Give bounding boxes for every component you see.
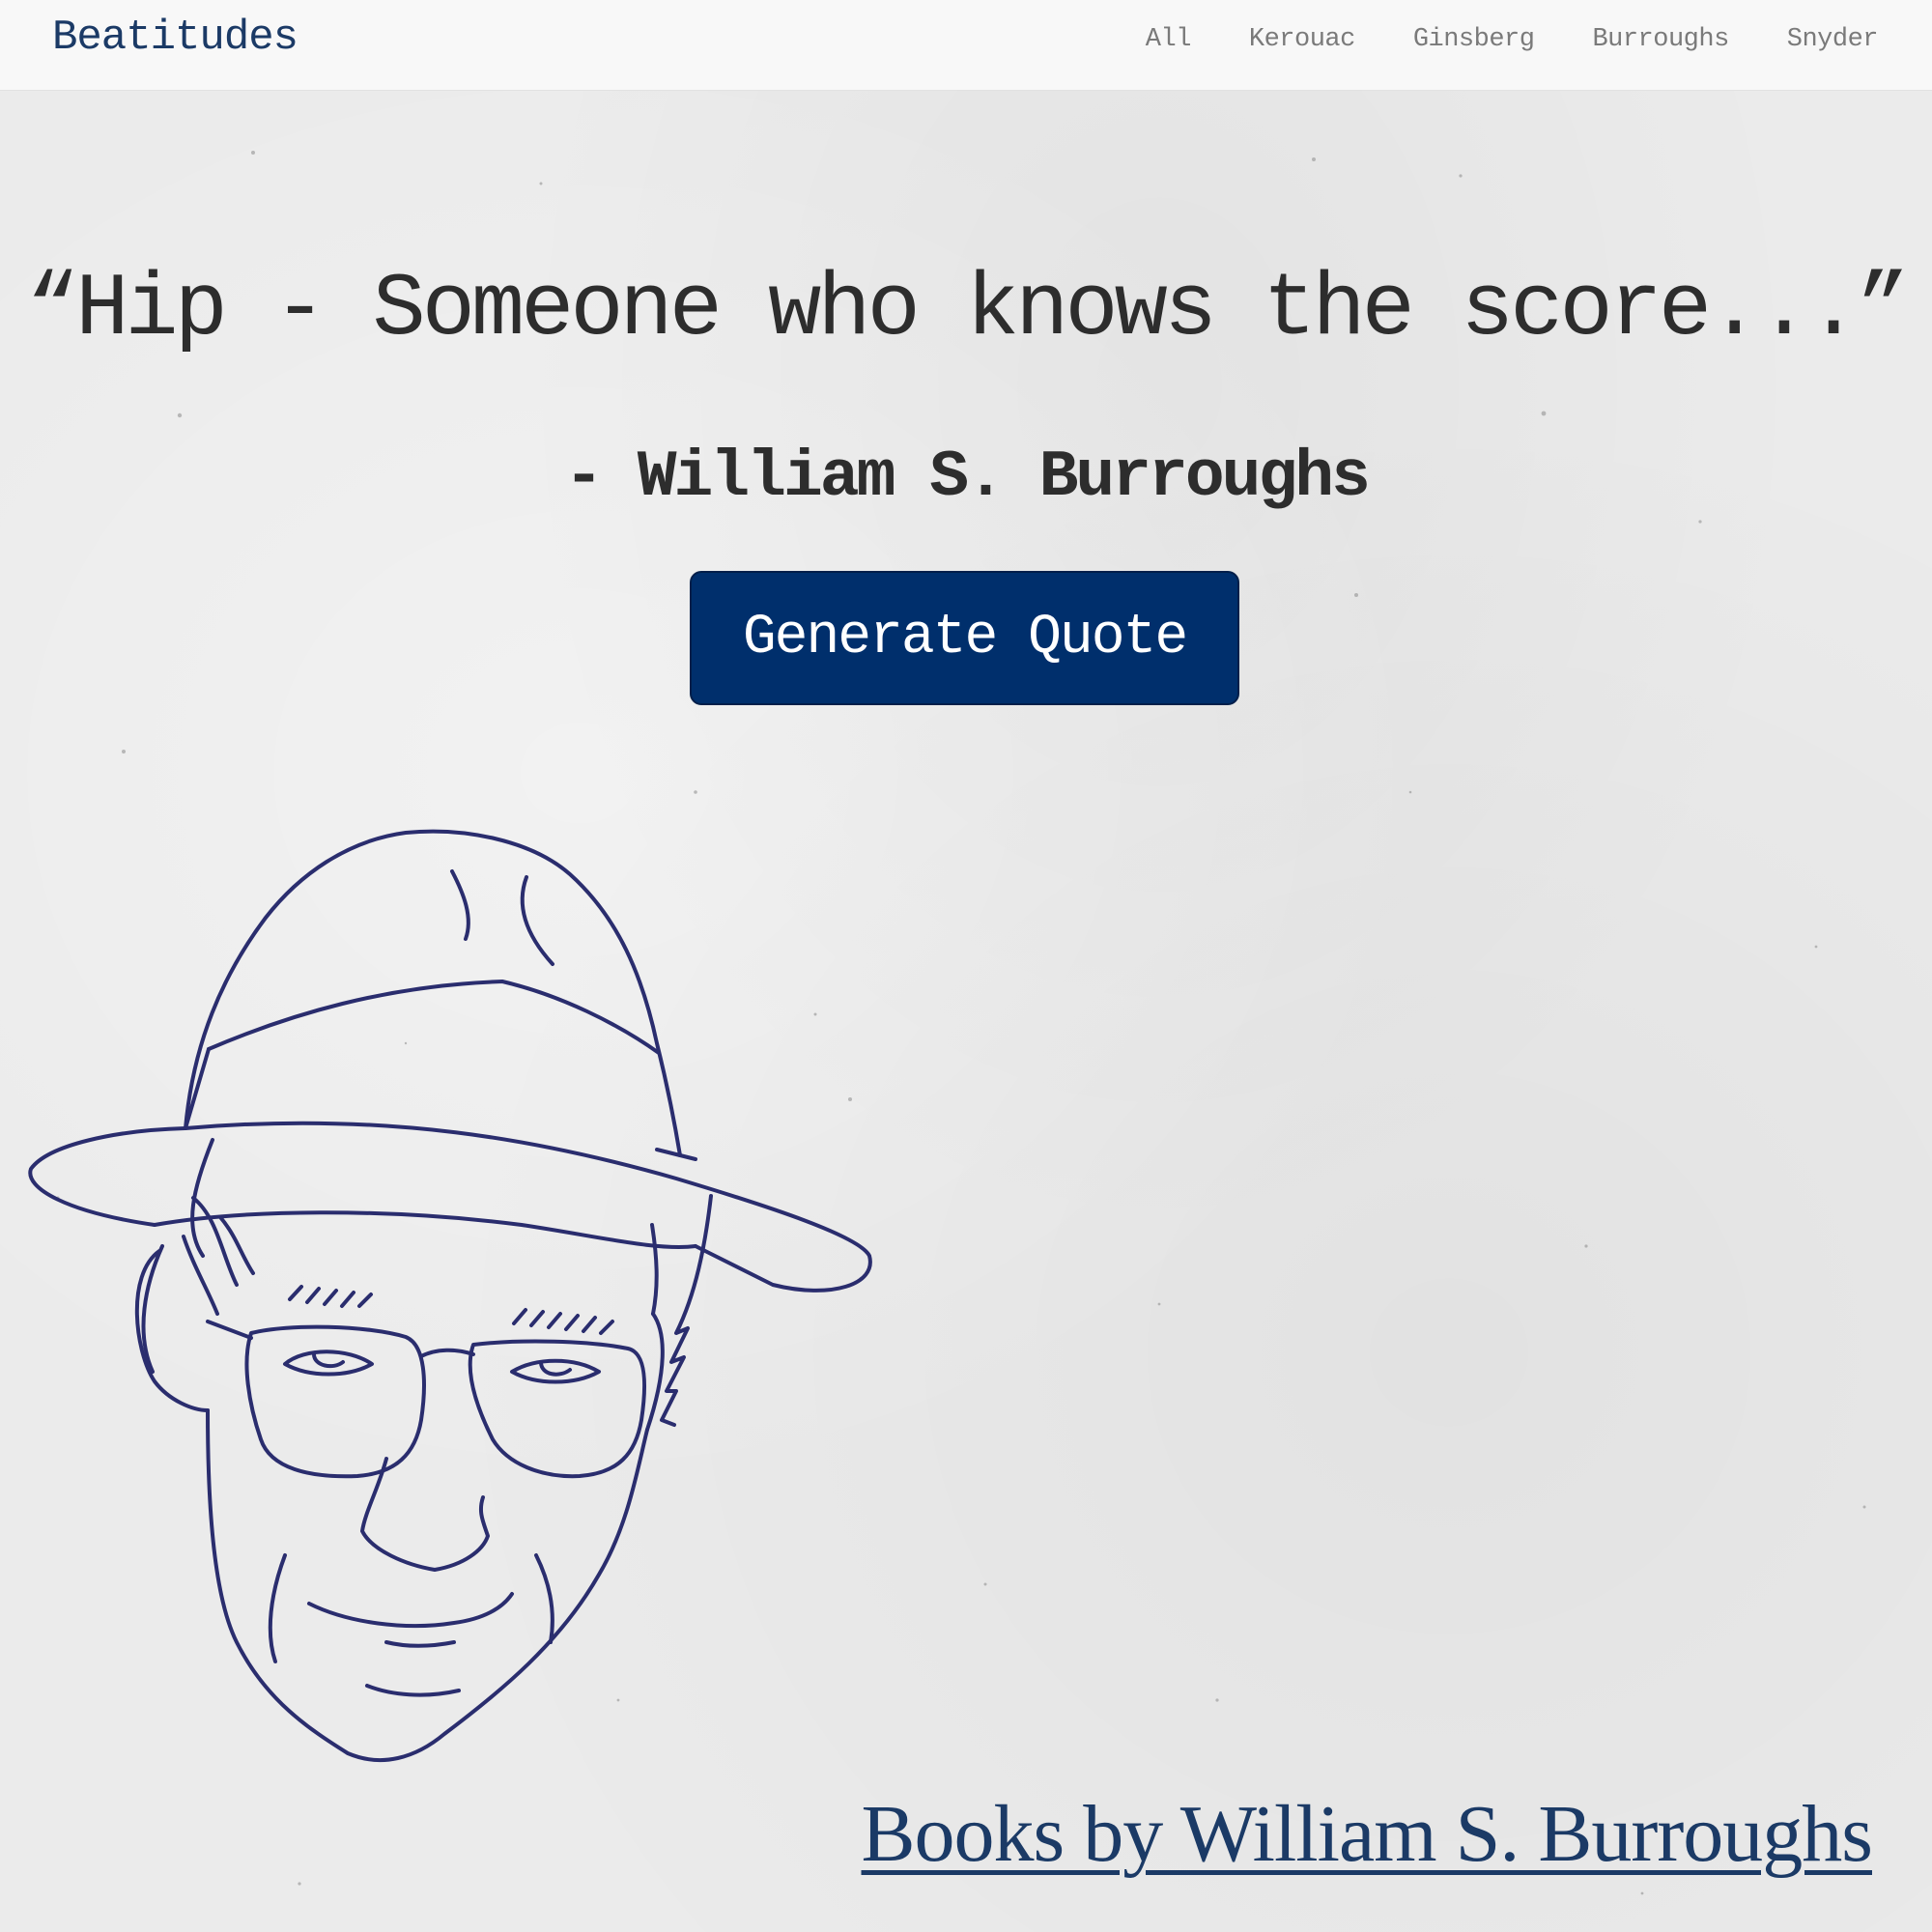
author-portrait-illustration (28, 829, 872, 1762)
generate-quote-button[interactable]: Generate Quote (690, 571, 1239, 705)
quote-author: - William S. Burroughs (564, 440, 1371, 515)
nav-link-ginsberg[interactable]: Ginsberg (1413, 25, 1535, 54)
quote-text: “Hip - Someone who knows the score...” (26, 259, 1910, 360)
nav-links: All Kerouac Ginsberg Burroughs Snyder (1088, 25, 1879, 54)
nav-link-snyder[interactable]: Snyder (1787, 25, 1879, 54)
brand-logo[interactable]: Beatitudes (52, 14, 298, 62)
top-navbar: Beatitudes All Kerouac Ginsberg Burrough… (0, 0, 1932, 91)
nav-link-all[interactable]: All (1146, 25, 1192, 54)
nav-link-burroughs[interactable]: Burroughs (1592, 25, 1729, 54)
books-by-author-link[interactable]: Books by William S. Burroughs (862, 1787, 1873, 1881)
nav-link-kerouac[interactable]: Kerouac (1249, 25, 1355, 54)
